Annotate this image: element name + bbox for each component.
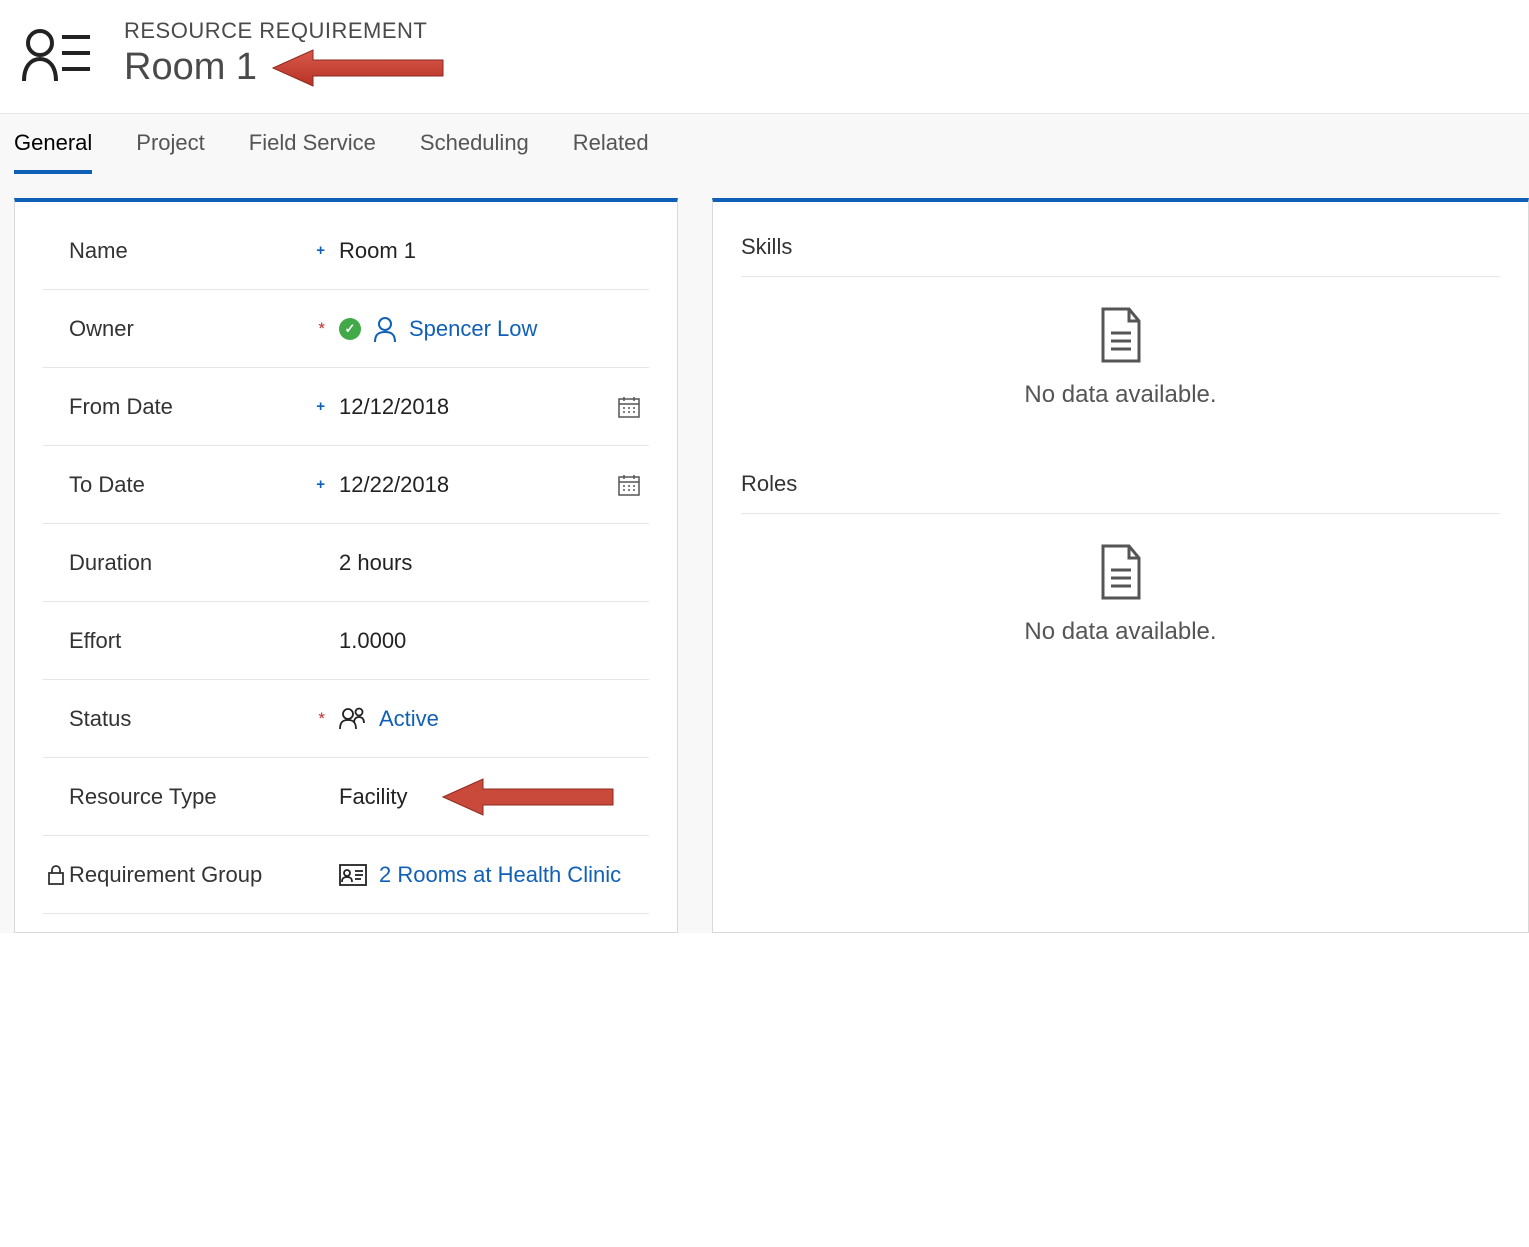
field-row-requirement-group: Requirement Group 2 Rooms at Health Clin… bbox=[43, 836, 649, 914]
roles-empty-text: No data available. bbox=[1024, 618, 1216, 646]
label-from-date: From Date bbox=[69, 394, 173, 420]
field-row-from-date: From Date + 12/12/2018 bbox=[43, 368, 649, 446]
value-status[interactable]: Active bbox=[339, 706, 649, 732]
annotation-arrow-resource-type bbox=[437, 776, 617, 818]
document-icon bbox=[1097, 544, 1145, 600]
recommended-indicator: + bbox=[316, 399, 325, 414]
tab-project[interactable]: Project bbox=[136, 114, 204, 174]
tab-field-service[interactable]: Field Service bbox=[249, 114, 376, 174]
person-icon bbox=[373, 316, 397, 342]
value-to-date[interactable]: 12/22/2018 bbox=[339, 472, 649, 498]
related-panel: Skills No data available. Roles bbox=[712, 198, 1529, 933]
roles-empty-block: No data available. bbox=[741, 514, 1500, 686]
general-form-panel: Name + Room 1 Owner * ✓ bbox=[14, 198, 678, 933]
field-row-owner: Owner * ✓ Spencer Low bbox=[43, 290, 649, 368]
label-status: Status bbox=[69, 706, 131, 732]
field-row-name: Name + Room 1 bbox=[43, 212, 649, 290]
check-icon: ✓ bbox=[339, 318, 361, 340]
label-requirement-group: Requirement Group bbox=[69, 862, 262, 888]
skills-empty-block: No data available. bbox=[741, 277, 1500, 449]
label-owner: Owner bbox=[69, 316, 134, 342]
roles-header: Roles bbox=[741, 449, 1500, 514]
content-area: Name + Room 1 Owner * ✓ bbox=[0, 174, 1529, 933]
page-header: RESOURCE REQUIREMENT Room 1 bbox=[0, 0, 1529, 113]
field-row-duration: Duration 2 hours bbox=[43, 524, 649, 602]
calendar-icon[interactable] bbox=[617, 395, 641, 419]
tab-scheduling[interactable]: Scheduling bbox=[420, 114, 529, 174]
label-to-date: To Date bbox=[69, 472, 145, 498]
header-eyebrow: RESOURCE REQUIREMENT bbox=[124, 18, 447, 44]
skills-empty-text: No data available. bbox=[1024, 381, 1216, 409]
tab-general[interactable]: General bbox=[14, 114, 92, 174]
value-effort[interactable]: 1.0000 bbox=[339, 628, 649, 654]
field-row-resource-type: Resource Type Facility bbox=[43, 758, 649, 836]
required-indicator: * bbox=[318, 710, 325, 727]
field-row-effort: Effort 1.0000 bbox=[43, 602, 649, 680]
calendar-icon[interactable] bbox=[617, 473, 641, 497]
value-resource-type[interactable]: Facility bbox=[339, 776, 649, 818]
status-icon bbox=[339, 707, 367, 731]
value-requirement-group[interactable]: 2 Rooms at Health Clinic bbox=[339, 862, 649, 888]
recommended-indicator: + bbox=[316, 477, 325, 492]
tab-related[interactable]: Related bbox=[573, 114, 649, 174]
value-duration[interactable]: 2 hours bbox=[339, 550, 649, 576]
tab-bar: General Project Field Service Scheduling… bbox=[0, 113, 1529, 174]
resource-requirement-icon bbox=[22, 25, 92, 83]
lock-icon bbox=[43, 864, 69, 886]
document-icon bbox=[1097, 307, 1145, 363]
label-effort: Effort bbox=[69, 628, 121, 654]
page-title: Room 1 bbox=[124, 46, 257, 89]
required-indicator: * bbox=[318, 320, 325, 337]
card-icon bbox=[339, 864, 367, 886]
skills-header: Skills bbox=[741, 212, 1500, 277]
field-row-to-date: To Date + 12/22/2018 bbox=[43, 446, 649, 524]
annotation-arrow-title bbox=[267, 47, 447, 89]
label-resource-type: Resource Type bbox=[69, 784, 217, 810]
value-owner[interactable]: ✓ Spencer Low bbox=[339, 316, 649, 342]
label-name: Name bbox=[69, 238, 128, 264]
value-name[interactable]: Room 1 bbox=[339, 238, 649, 264]
value-from-date[interactable]: 12/12/2018 bbox=[339, 394, 649, 420]
recommended-indicator: + bbox=[316, 243, 325, 258]
label-duration: Duration bbox=[69, 550, 152, 576]
field-row-status: Status * Active bbox=[43, 680, 649, 758]
